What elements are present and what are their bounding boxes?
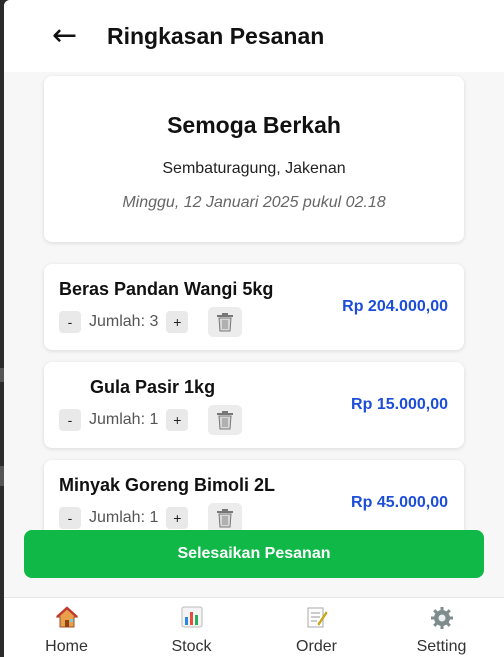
item-controls: - Jumlah: 1 + [59, 405, 243, 435]
back-arrow-icon[interactable]: ← [52, 16, 77, 56]
quantity-label: Jumlah: 3 [89, 313, 159, 330]
nav-item-home[interactable]: Home [4, 598, 129, 657]
delete-item-button[interactable] [208, 503, 243, 533]
increase-quantity-button[interactable]: + [166, 507, 189, 529]
store-card: Semoga Berkah Sembaturagung, Jakenan Min… [44, 76, 464, 242]
item-name: Beras Pandan Wangi 5kg [59, 279, 274, 299]
order-item-card: Beras Pandan Wangi 5kg - Jumlah: 3 + Rp … [44, 264, 464, 350]
bottom-nav: Home Stock Order Setting [4, 597, 504, 657]
order-datetime: Minggu, 12 Januari 2025 pukul 02.18 [122, 194, 386, 211]
item-price: Rp 204.000,00 [342, 298, 448, 315]
decrease-quantity-button[interactable]: - [59, 311, 81, 333]
decrease-quantity-button[interactable]: - [59, 409, 81, 431]
item-name: Minyak Goreng Bimoli 2L [59, 475, 276, 495]
item-price: Rp 15.000,00 [351, 396, 448, 413]
nav-item-setting[interactable]: Setting [379, 598, 504, 657]
decrease-quantity-button[interactable]: - [59, 507, 81, 529]
nav-label: Home [45, 638, 88, 655]
house-icon [4, 606, 129, 628]
memo-icon [254, 606, 379, 628]
store-location: Sembaturagung, Jakenan [162, 160, 346, 177]
increase-quantity-button[interactable]: + [166, 409, 189, 431]
nav-label: Stock [171, 638, 212, 655]
app-screen: ← Ringkasan Pesanan Semoga Berkah Sembat… [4, 0, 504, 657]
store-name: Semoga Berkah [167, 112, 341, 138]
increase-quantity-button[interactable]: + [166, 311, 189, 333]
trash-icon [217, 411, 234, 430]
item-price: Rp 45.000,00 [351, 494, 448, 511]
nav-label: Setting [416, 638, 467, 655]
quantity-label: Jumlah: 1 [89, 509, 159, 526]
order-item-card: Gula Pasir 1kg - Jumlah: 1 + Rp 15.000,0… [44, 362, 464, 448]
item-controls: - Jumlah: 3 + [59, 307, 243, 337]
quantity-label: Jumlah: 1 [89, 411, 159, 428]
trash-icon [217, 313, 234, 332]
page-title: Ringkasan Pesanan [107, 23, 325, 49]
nav-item-order[interactable]: Order [254, 598, 379, 657]
app-header: ← Ringkasan Pesanan [4, 0, 504, 72]
gear-icon [379, 606, 504, 629]
item-name: Gula Pasir 1kg [90, 377, 216, 397]
bar-chart-icon [129, 606, 254, 628]
delete-item-button[interactable] [208, 307, 243, 337]
trash-icon [217, 509, 234, 528]
delete-item-button[interactable] [208, 405, 243, 435]
nav-label: Order [296, 638, 337, 655]
finish-order-button[interactable]: Selesaikan Pesanan [24, 530, 484, 578]
nav-item-stock[interactable]: Stock [129, 598, 254, 657]
item-controls: - Jumlah: 1 + [59, 503, 243, 533]
